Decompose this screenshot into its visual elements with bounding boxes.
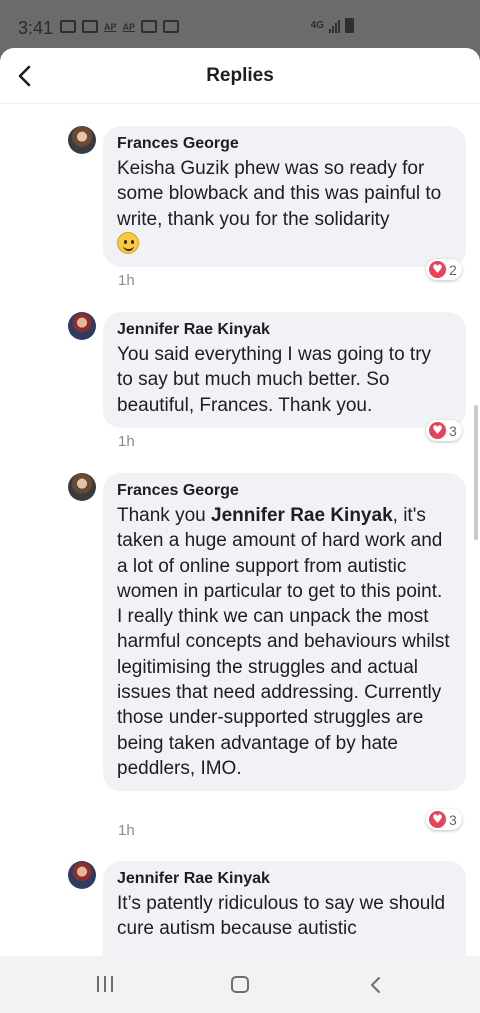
comment-time[interactable]: 1h: [118, 433, 135, 450]
comment-bubble[interactable]: Frances George Keisha Guzik phew was so …: [103, 126, 466, 268]
header: Replies: [0, 48, 480, 104]
status-bar: 3:41 AP AP 4G: [0, 0, 480, 50]
comment-text: You said everything I was going to try t…: [117, 344, 432, 416]
system-icons: 4G: [311, 18, 354, 33]
avatar[interactable]: [68, 126, 96, 154]
reaction-count[interactable]: 2: [426, 259, 462, 280]
battery-icon: [345, 18, 354, 33]
avatar[interactable]: [68, 473, 96, 501]
replies-sheet: Replies Frances George Keisha Guzik phew…: [0, 48, 480, 956]
author-name[interactable]: Frances George: [117, 481, 452, 501]
comment-text: It’s patently ridiculous to say we shoul…: [117, 893, 446, 940]
comment-time[interactable]: 1h: [118, 822, 135, 839]
system-nav-bar: [0, 956, 480, 1013]
comment-time[interactable]: 1h: [118, 272, 135, 289]
comment-text: Thank you Jennifer Rae Kinyak, it's take…: [117, 505, 450, 779]
comment-bubble[interactable]: Jennifer Rae Kinyak You said everything …: [103, 312, 466, 428]
status-time: 3:41: [18, 18, 54, 38]
scrollbar[interactable]: [474, 405, 478, 540]
comment-text: Keisha Guzik phew was so ready for some …: [117, 156, 452, 257]
signal-icon: [329, 19, 340, 33]
comment-bubble[interactable]: Frances George Thank you Jennifer Rae Ki…: [103, 473, 466, 792]
ap-news-icon: AP: [122, 21, 136, 32]
reaction-count[interactable]: 3: [426, 420, 462, 441]
wifi-calling-icon: [82, 20, 98, 33]
reaction-count[interactable]: 3: [426, 809, 462, 830]
heart-icon: [429, 422, 446, 439]
recent-apps-icon[interactable]: [97, 976, 113, 992]
image-icon: [141, 20, 158, 33]
avatar[interactable]: [68, 861, 96, 889]
author-name[interactable]: Jennifer Rae Kinyak: [117, 320, 452, 340]
home-icon[interactable]: [231, 976, 249, 993]
notification-icons: AP AP: [60, 20, 180, 33]
author-name[interactable]: Jennifer Rae Kinyak: [117, 869, 452, 889]
heart-icon: [429, 811, 446, 828]
back-icon[interactable]: [366, 975, 386, 995]
page-title: Replies: [206, 65, 274, 86]
ap-news-icon: AP: [104, 21, 117, 32]
mention-link[interactable]: Jennifer Rae Kinyak: [211, 505, 393, 526]
author-name[interactable]: Frances George: [117, 134, 452, 154]
smiling-face-icon: [117, 231, 139, 254]
calendar-icon: [163, 20, 180, 33]
avatar[interactable]: [68, 312, 96, 340]
message-icon: [60, 20, 76, 33]
heart-icon: [429, 261, 446, 278]
comment-bubble[interactable]: Jennifer Rae Kinyak It’s patently ridicu…: [103, 861, 466, 956]
network-type: 4G: [310, 20, 324, 31]
